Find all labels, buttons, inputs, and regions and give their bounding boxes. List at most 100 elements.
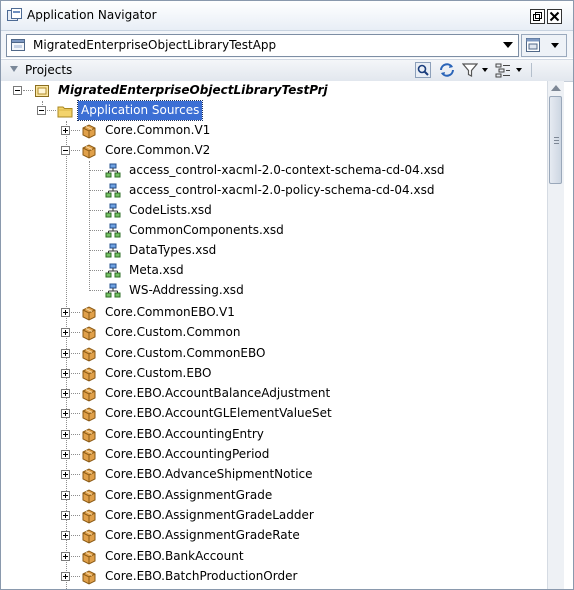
tree-row-xsd-file[interactable]: CodeLists.xsd	[1, 201, 547, 221]
vertical-scrollbar[interactable]	[547, 81, 564, 589]
package-label: Core.EBO.BankAccount	[105, 549, 244, 563]
tree-connector	[90, 290, 103, 291]
tree-connector	[47, 110, 56, 111]
tree-connector	[71, 515, 80, 516]
tree-row-package[interactable]: Core.EBO.AccountGLElementValueSet	[1, 404, 547, 424]
package-icon	[82, 347, 96, 362]
collapse-toggle[interactable]	[61, 146, 70, 155]
tree-connector	[71, 312, 80, 313]
close-button[interactable]	[547, 9, 562, 24]
application-menu-icon	[526, 38, 540, 52]
expand-toggle[interactable]	[61, 126, 70, 135]
package-label: Core.Common.V1	[105, 123, 211, 137]
application-menu-button[interactable]	[521, 34, 567, 57]
tree-row-project[interactable]: MigratedEnterpriseObjectLibraryTestPrj	[1, 81, 547, 101]
tree-connector	[71, 353, 80, 354]
package-label: Core.Custom.EBO	[105, 366, 212, 380]
expand-toggle[interactable]	[61, 552, 70, 561]
expand-toggle[interactable]	[61, 308, 70, 317]
tree-row-package[interactable]: Core.EBO.AssignmentGradeLadder	[1, 506, 547, 526]
expand-toggle[interactable]	[61, 450, 70, 459]
tree-row-package[interactable]: Core.EBO.AccountingPeriod	[1, 445, 547, 465]
package-label: Core.CommonEBO.V1	[105, 305, 235, 319]
tree-row-package[interactable]: Core.EBO.BatchProductionOrder	[1, 567, 547, 587]
restore-button[interactable]	[530, 9, 545, 24]
expand-toggle[interactable]	[61, 511, 70, 520]
tree-row-package[interactable]: Core.EBO.AccountingEntry	[1, 425, 547, 445]
collapse-projects-toggle[interactable]	[10, 66, 18, 72]
projects-label: Projects	[25, 63, 73, 77]
expand-toggle[interactable]	[61, 531, 70, 540]
tree-connector	[71, 150, 80, 151]
expand-toggle[interactable]	[61, 349, 70, 358]
expand-toggle[interactable]	[61, 369, 70, 378]
xsd-schema-icon	[105, 203, 121, 218]
xsd-file-label: access_control-xacml-2.0-policy-schema-c…	[129, 183, 435, 197]
tree-row-xsd-file[interactable]: access_control-xacml-2.0-policy-schema-c…	[1, 181, 547, 201]
find-icon[interactable]	[415, 62, 431, 78]
tree-connector	[90, 270, 103, 271]
tree-connector	[71, 556, 80, 557]
folder-icon	[57, 106, 73, 118]
package-label: Core.Common.V2	[105, 143, 211, 157]
tree-row-package[interactable]: Core.EBO.AdvanceShipmentNotice	[1, 465, 547, 485]
tree-connector	[90, 250, 103, 251]
tree-row-xsd-file[interactable]: DataTypes.xsd	[1, 241, 547, 261]
sync-icon[interactable]	[438, 62, 456, 78]
xsd-file-label: access_control-xacml-2.0-context-schema-…	[129, 163, 445, 177]
expand-toggle[interactable]	[61, 328, 70, 337]
package-icon	[82, 306, 96, 321]
package-icon	[82, 144, 96, 159]
options-icon[interactable]	[495, 62, 511, 78]
collapse-toggle[interactable]	[13, 86, 22, 95]
package-icon	[82, 509, 96, 524]
scroll-up-arrow-icon[interactable]	[551, 85, 561, 91]
expand-toggle[interactable]	[61, 409, 70, 418]
tree-connector	[23, 90, 33, 91]
tree-row-xsd-file[interactable]: CommonComponents.xsd	[1, 221, 547, 241]
xsd-file-label: DataTypes.xsd	[129, 243, 217, 257]
expand-toggle[interactable]	[61, 470, 70, 479]
tree-row-package[interactable]: Core.EBO.AssignmentGradeRate	[1, 526, 547, 546]
tree-row-package[interactable]: Core.Common.V1	[1, 121, 547, 141]
expand-toggle[interactable]	[61, 389, 70, 398]
tree-row-package[interactable]: Core.CommonEBO.V1	[1, 303, 547, 323]
expand-toggle[interactable]	[61, 572, 70, 581]
tree-row-package[interactable]: Core.Custom.Common	[1, 323, 547, 343]
filter-dropdown-icon[interactable]	[482, 68, 488, 72]
package-icon	[82, 570, 96, 585]
restore-icon	[533, 12, 542, 21]
project-tree[interactable]: MigratedEnterpriseObjectLibraryTestPrj A…	[1, 81, 547, 589]
application-selector[interactable]: MigratedEnterpriseObjectLibraryTestApp	[6, 34, 519, 57]
scrollbar-thumb[interactable]	[549, 96, 562, 184]
package-icon	[82, 428, 96, 443]
tree-connector	[71, 454, 80, 455]
package-icon	[82, 326, 96, 341]
collapse-toggle[interactable]	[37, 106, 46, 115]
tree-row-package[interactable]: Core.Custom.CommonEBO	[1, 344, 547, 364]
tree-connector	[71, 474, 80, 475]
filter-icon[interactable]	[462, 62, 478, 78]
package-icon	[82, 489, 96, 504]
tree-connector	[71, 332, 80, 333]
tree-row-package[interactable]: Core.EBO.AssignmentGrade	[1, 486, 547, 506]
options-dropdown-icon[interactable]	[516, 68, 522, 72]
package-label: Core.EBO.AccountBalanceAdjustment	[105, 386, 331, 400]
tree-row-package[interactable]: Core.EBO.AccountBalanceAdjustment	[1, 384, 547, 404]
expand-toggle[interactable]	[61, 430, 70, 439]
tree-row-package[interactable]: Core.Custom.EBO	[1, 364, 547, 384]
application-selector-row: MigratedEnterpriseObjectLibraryTestApp	[1, 31, 573, 58]
tree-row-xsd-file[interactable]: Meta.xsd	[1, 261, 547, 281]
projects-header: Projects	[1, 59, 573, 82]
package-icon	[82, 550, 96, 565]
tree-row-package[interactable]: Core.EBO.BankAccount	[1, 547, 547, 567]
tree-row-xsd-file[interactable]: WS-Addressing.xsd	[1, 281, 547, 301]
package-icon	[82, 407, 96, 422]
project-icon	[35, 85, 49, 97]
tree-row-xsd-file[interactable]: access_control-xacml-2.0-context-schema-…	[1, 161, 547, 181]
tree-connector	[71, 373, 80, 374]
tree-connector	[90, 210, 103, 211]
tree-row-application-sources[interactable]: Application Sources	[1, 100, 547, 121]
tree-row-package[interactable]: Core.Common.V2	[1, 141, 547, 161]
expand-toggle[interactable]	[61, 491, 70, 500]
